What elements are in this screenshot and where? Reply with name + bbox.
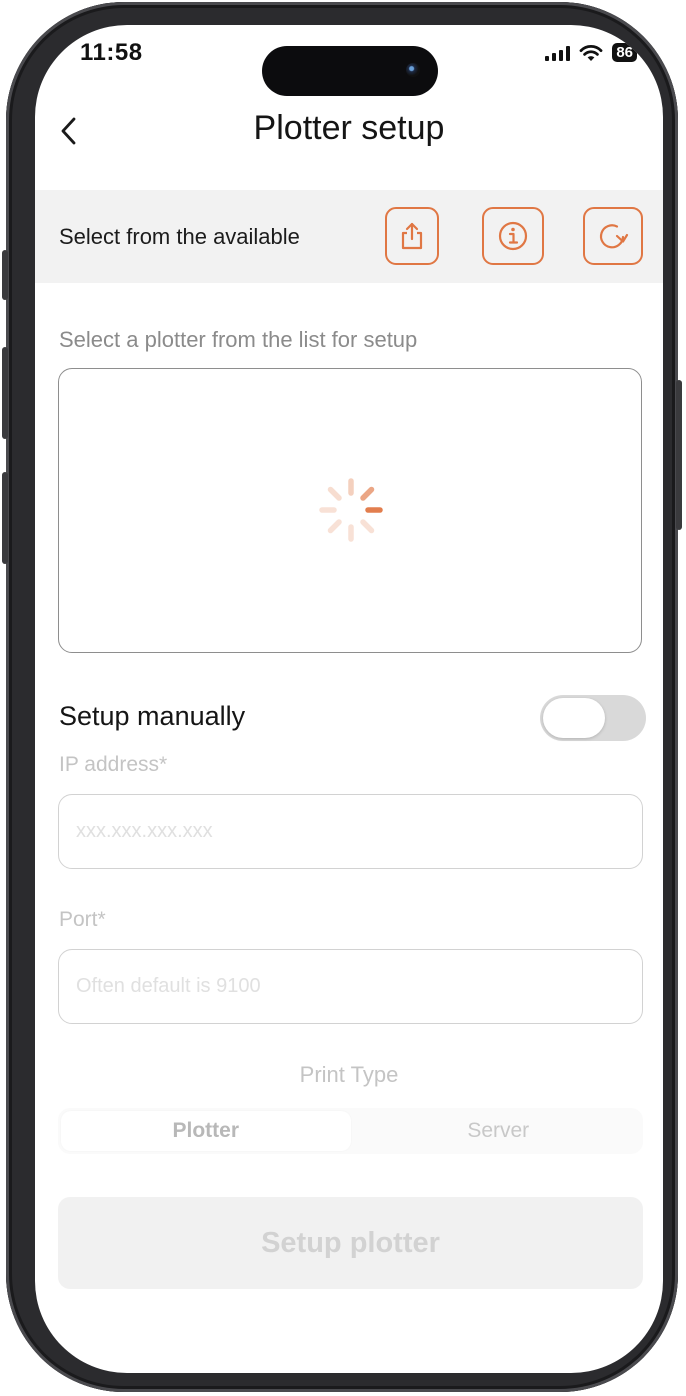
volume-down-button: [2, 472, 8, 564]
print-type-label: Print Type: [299, 1062, 399, 1087]
port-label: Port*: [59, 908, 106, 931]
available-label: Select from the available: [59, 224, 300, 249]
ip-address-input[interactable]: [58, 794, 643, 869]
camera-icon: [406, 63, 420, 77]
setup-manually-toggle[interactable]: [540, 695, 646, 741]
refresh-icon: [599, 224, 629, 249]
share-button[interactable]: [385, 207, 439, 265]
battery-icon: 86: [612, 43, 637, 62]
spinner-icon: [319, 478, 383, 542]
page-title: Plotter setup: [253, 109, 445, 147]
plotter-list-hint: Select a plotter from the list for setup: [59, 327, 418, 352]
available-toolbar: Select from the available: [35, 190, 663, 283]
status-time: 11:58: [80, 39, 143, 66]
print-type-option-server[interactable]: Server: [354, 1108, 644, 1154]
plotter-list[interactable]: [58, 368, 642, 653]
power-button: [676, 380, 682, 530]
print-type-segmented-control: Plotter Server: [58, 1108, 643, 1154]
signal-icon: [545, 45, 571, 61]
ip-address-label: IP address*: [59, 753, 168, 776]
setup-manually-label: Setup manually: [59, 701, 246, 731]
info-button[interactable]: [482, 207, 544, 265]
dynamic-island: [262, 46, 438, 96]
volume-up-button: [2, 347, 8, 439]
refresh-button[interactable]: [583, 207, 643, 265]
toggle-knob: [543, 698, 605, 738]
port-input[interactable]: [58, 949, 643, 1024]
info-icon: [498, 221, 528, 251]
share-icon: [401, 222, 423, 250]
setup-plotter-button[interactable]: Setup plotter: [58, 1197, 643, 1289]
print-type-option-plotter[interactable]: Plotter: [61, 1111, 351, 1151]
status-icons: 86: [545, 43, 637, 62]
wifi-icon: [579, 44, 603, 61]
phone-frame: 11:58 86 Plotter setup Select from the a…: [2, 2, 682, 1392]
app-screen: 11:58 86 Plotter setup Select from the a…: [35, 25, 663, 1373]
action-button: [2, 250, 8, 300]
